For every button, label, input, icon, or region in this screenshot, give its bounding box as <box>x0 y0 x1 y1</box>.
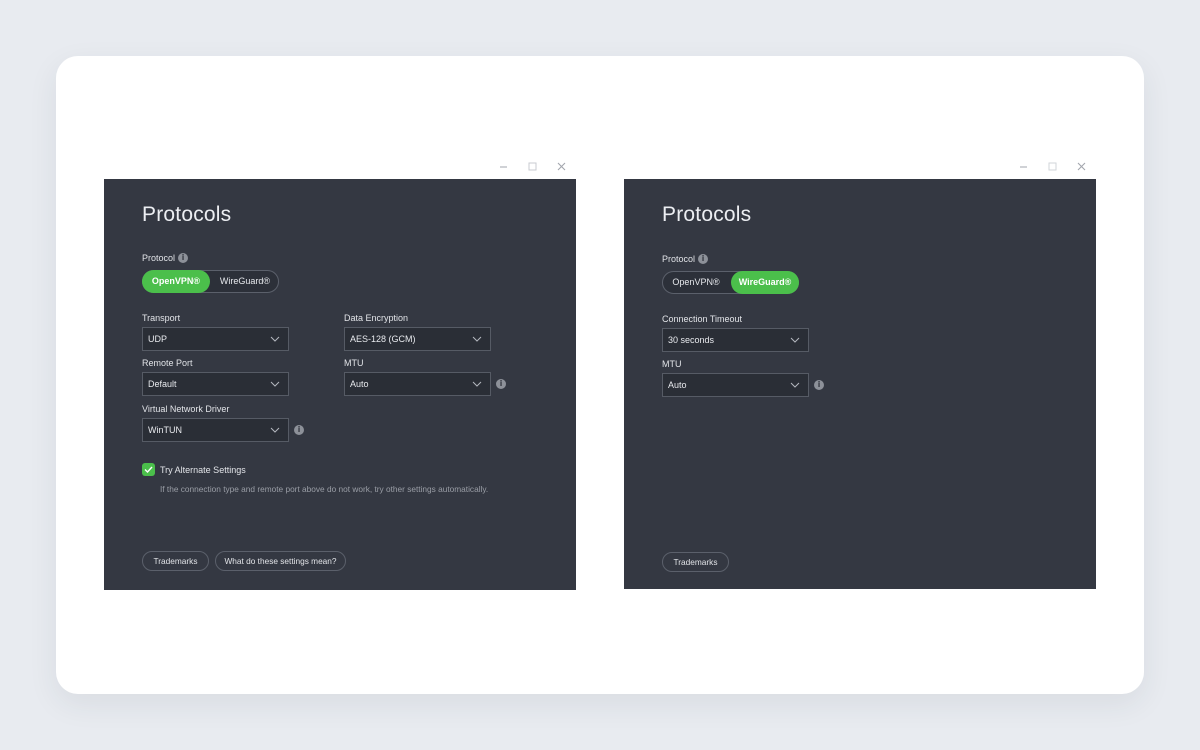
remote-port-value: Default <box>148 379 177 389</box>
close-icon[interactable] <box>1074 162 1088 176</box>
transport-select[interactable]: UDP <box>142 327 289 351</box>
connection-timeout-select[interactable]: 30 seconds <box>662 328 809 352</box>
connection-timeout-label: Connection Timeout <box>662 314 743 324</box>
settings-panel: Protocols Protocol i OpenVPN® WireGuard®… <box>624 179 1096 589</box>
protocols-window-openvpn: Protocols Protocol i OpenVPN® WireGuard®… <box>104 160 576 590</box>
info-icon[interactable]: i <box>698 254 708 264</box>
page-title: Protocols <box>662 203 752 226</box>
close-icon[interactable] <box>554 162 568 176</box>
try-alternate-checkbox[interactable] <box>142 463 155 476</box>
transport-label: Transport <box>142 313 181 323</box>
chevron-down-icon <box>472 336 482 342</box>
mtu-select[interactable]: Auto <box>662 373 809 397</box>
try-alternate-label: Try Alternate Settings <box>160 465 246 475</box>
info-icon[interactable]: i <box>496 379 506 389</box>
protocol-option-openvpn[interactable]: OpenVPN® <box>662 271 730 294</box>
protocol-toggle: OpenVPN® WireGuard® <box>662 271 799 294</box>
data-encryption-value: AES-128 (GCM) <box>350 334 416 344</box>
mtu-value: Auto <box>668 380 687 390</box>
window-titlebar <box>104 160 576 179</box>
protocol-toggle: OpenVPN® WireGuard® <box>142 270 279 293</box>
window-titlebar <box>624 160 1096 179</box>
chevron-down-icon <box>270 381 280 387</box>
mtu-label: MTU <box>344 358 364 368</box>
remote-port-label: Remote Port <box>142 358 193 368</box>
settings-help-button[interactable]: What do these settings mean? <box>215 551 346 571</box>
checkmark-icon <box>144 466 153 473</box>
virtual-network-driver-value: WinTUN <box>148 425 182 435</box>
minimize-icon[interactable] <box>496 162 510 176</box>
protocol-option-wireguard[interactable]: WireGuard® <box>731 271 799 294</box>
transport-value: UDP <box>148 334 168 344</box>
data-encryption-label: Data Encryption <box>344 313 409 323</box>
info-icon[interactable]: i <box>294 425 304 435</box>
chevron-down-icon <box>790 337 800 343</box>
protocol-option-openvpn[interactable]: OpenVPN® <box>142 270 210 293</box>
virtual-network-driver-label: Virtual Network Driver <box>142 404 230 414</box>
maximize-icon[interactable] <box>525 162 539 176</box>
trademarks-button[interactable]: Trademarks <box>662 552 729 572</box>
chevron-down-icon <box>270 336 280 342</box>
connection-timeout-value: 30 seconds <box>668 335 715 345</box>
maximize-icon[interactable] <box>1045 162 1059 176</box>
chevron-down-icon <box>790 382 800 388</box>
try-alternate-hint: If the connection type and remote port a… <box>160 484 489 494</box>
mtu-select[interactable]: Auto <box>344 372 491 396</box>
info-icon[interactable]: i <box>178 253 188 263</box>
minimize-icon[interactable] <box>1016 162 1030 176</box>
info-icon[interactable]: i <box>814 380 824 390</box>
data-encryption-select[interactable]: AES-128 (GCM) <box>344 327 491 351</box>
chevron-down-icon <box>472 381 482 387</box>
page-title: Protocols <box>142 203 232 226</box>
protocol-label: Protocol <box>142 253 176 263</box>
virtual-network-driver-select[interactable]: WinTUN <box>142 418 289 442</box>
mtu-value: Auto <box>350 379 369 389</box>
chevron-down-icon <box>270 427 280 433</box>
mtu-label: MTU <box>662 359 682 369</box>
protocols-window-wireguard: Protocols Protocol i OpenVPN® WireGuard®… <box>624 160 1096 589</box>
trademarks-button[interactable]: Trademarks <box>142 551 209 571</box>
protocol-option-wireguard[interactable]: WireGuard® <box>211 270 279 293</box>
remote-port-select[interactable]: Default <box>142 372 289 396</box>
protocol-label: Protocol <box>662 254 696 264</box>
settings-panel: Protocols Protocol i OpenVPN® WireGuard®… <box>104 179 576 590</box>
